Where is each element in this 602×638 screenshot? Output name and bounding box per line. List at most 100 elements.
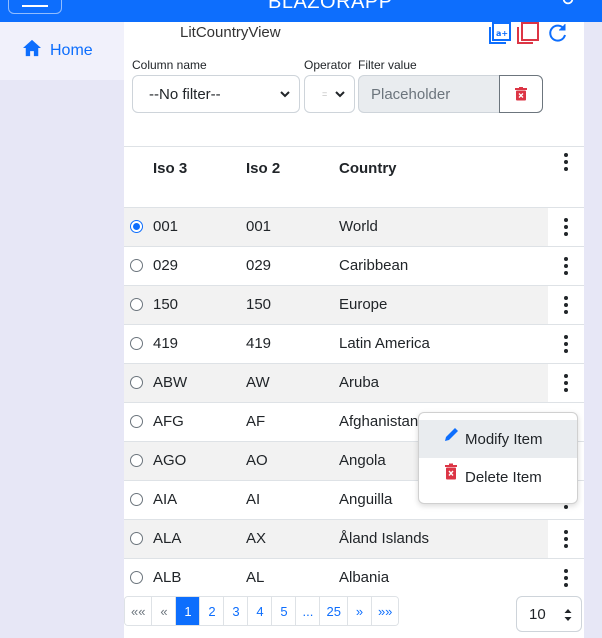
page-link[interactable]: » xyxy=(347,597,372,625)
cell-iso2: AO xyxy=(246,452,268,469)
trash-icon xyxy=(515,87,527,101)
cell-country: Angola xyxy=(339,452,386,469)
row-actions-icon[interactable] xyxy=(562,257,570,275)
cell-iso3: ALA xyxy=(153,530,182,547)
clear-filter-button[interactable] xyxy=(499,75,543,113)
home-icon xyxy=(23,39,41,57)
cell-country: Anguilla xyxy=(339,491,393,508)
menu-toggle-button[interactable] xyxy=(8,0,62,14)
column-header-iso2[interactable]: Iso 2 xyxy=(246,160,280,177)
chevron-down-icon xyxy=(335,91,345,98)
page-link[interactable]: 25 xyxy=(320,597,348,625)
cell-iso2: AF xyxy=(246,413,266,430)
page-link[interactable]: 4 xyxy=(248,597,273,625)
cell-iso2: AW xyxy=(246,374,270,391)
page-scrollbar-track[interactable] xyxy=(584,22,602,638)
cell-iso2: AX xyxy=(246,530,267,547)
page-link[interactable]: 1 xyxy=(176,597,201,625)
cell-iso2: 419 xyxy=(246,335,272,352)
copy-icon[interactable] xyxy=(516,22,540,44)
trash-icon xyxy=(445,463,457,480)
cell-iso3: ALB xyxy=(153,569,182,586)
cell-country: Latin America xyxy=(339,335,430,352)
operator-value: = xyxy=(322,89,328,99)
main-content: LitCountryView a+ Column name Operator F… xyxy=(124,22,584,638)
row-actions-icon[interactable] xyxy=(562,296,570,314)
column-header-iso3[interactable]: Iso 3 xyxy=(153,160,187,177)
cell-iso2: AL xyxy=(246,569,265,586)
row-select-radio[interactable] xyxy=(130,220,143,233)
cell-country: Aruba xyxy=(339,374,380,391)
chevron-updown-icon xyxy=(564,609,572,621)
cell-country: Europe xyxy=(339,296,388,313)
row-select-radio[interactable] xyxy=(130,337,143,350)
cell-iso3: AIA xyxy=(153,491,178,508)
cell-iso3: 029 xyxy=(153,257,179,274)
cell-country: Albania xyxy=(339,569,390,586)
delete-item-menu-item[interactable]: Delete Item xyxy=(419,458,577,496)
column-name-select[interactable]: --No filter-- xyxy=(132,75,300,113)
row-select-radio[interactable] xyxy=(130,415,143,428)
delete-item-label: Delete Item xyxy=(465,468,542,486)
filter-value-input[interactable]: Placeholder xyxy=(358,75,500,113)
hamburger-icon xyxy=(22,5,48,7)
filter-value-label: Filter value xyxy=(358,58,417,72)
refresh-icon[interactable] xyxy=(546,22,570,44)
cell-iso2: 150 xyxy=(246,296,272,313)
row-actions-icon[interactable] xyxy=(562,530,570,548)
refresh-icon[interactable] xyxy=(561,0,575,6)
cell-iso3: AFG xyxy=(153,413,184,430)
page-link[interactable]: 2 xyxy=(200,597,225,625)
cell-country: Åland Islands xyxy=(339,530,430,547)
top-navbar: BLAZORAPP xyxy=(0,0,602,22)
table-row[interactable]: 150 150 Europe xyxy=(124,285,584,324)
page-link[interactable]: ... xyxy=(296,597,321,625)
sidebar: Home xyxy=(0,22,124,638)
table-row[interactable]: 419 419 Latin America xyxy=(124,324,584,363)
row-actions-icon[interactable] xyxy=(562,569,570,587)
chevron-down-icon xyxy=(280,91,290,98)
table-options-icon[interactable] xyxy=(562,153,570,171)
export-csv-icon[interactable]: a+ xyxy=(488,22,512,44)
table-row[interactable]: ALA AX Åland Islands xyxy=(124,519,584,558)
row-actions-icon[interactable] xyxy=(562,335,570,353)
table-row[interactable]: ABW AW Aruba xyxy=(124,363,584,402)
app-title: BLAZORAPP xyxy=(268,0,393,13)
column-name-label: Column name xyxy=(132,58,207,72)
row-select-radio[interactable] xyxy=(130,532,143,545)
page-link[interactable]: «« xyxy=(125,597,153,625)
cell-iso3: ABW xyxy=(153,374,188,391)
operator-label: Operator xyxy=(304,58,352,72)
row-select-radio[interactable] xyxy=(130,571,143,584)
page-size-select[interactable]: 10 xyxy=(516,596,582,632)
sidebar-item-home[interactable]: Home xyxy=(0,22,124,80)
page-link[interactable]: 3 xyxy=(224,597,249,625)
modify-item-label: Modify Item xyxy=(465,430,543,448)
page-size-value: 10 xyxy=(529,605,546,623)
row-actions-icon[interactable] xyxy=(562,374,570,392)
table-row[interactable]: ALB AL Albania xyxy=(124,558,584,597)
sidebar-item-label: Home xyxy=(50,42,93,59)
modify-item-menu-item[interactable]: Modify Item xyxy=(419,420,577,458)
cell-iso3: AGO xyxy=(153,452,187,469)
operator-select[interactable]: = xyxy=(304,75,355,113)
row-context-menu: Modify Item Delete Item xyxy=(418,412,578,504)
table-row[interactable]: 029 029 Caribbean xyxy=(124,246,584,285)
row-select-radio[interactable] xyxy=(130,259,143,272)
page-link[interactable]: « xyxy=(152,597,177,625)
row-select-radio[interactable] xyxy=(130,493,143,506)
row-select-radio[interactable] xyxy=(130,454,143,467)
cell-country: World xyxy=(339,218,378,235)
page-link[interactable]: 5 xyxy=(272,597,297,625)
pagination: «« «1 2 3 4 5... 25»»» xyxy=(124,596,400,626)
row-select-radio[interactable] xyxy=(130,298,143,311)
cell-iso3: 419 xyxy=(153,335,179,352)
table-row[interactable]: 001 001 World xyxy=(124,207,584,246)
page-link[interactable]: »» xyxy=(371,597,399,625)
cell-iso3: 150 xyxy=(153,296,179,313)
row-actions-icon[interactable] xyxy=(562,218,570,236)
column-name-value: --No filter-- xyxy=(149,85,221,103)
row-select-radio[interactable] xyxy=(130,376,143,389)
svg-text:a+: a+ xyxy=(496,29,508,38)
column-header-country[interactable]: Country xyxy=(339,160,397,177)
